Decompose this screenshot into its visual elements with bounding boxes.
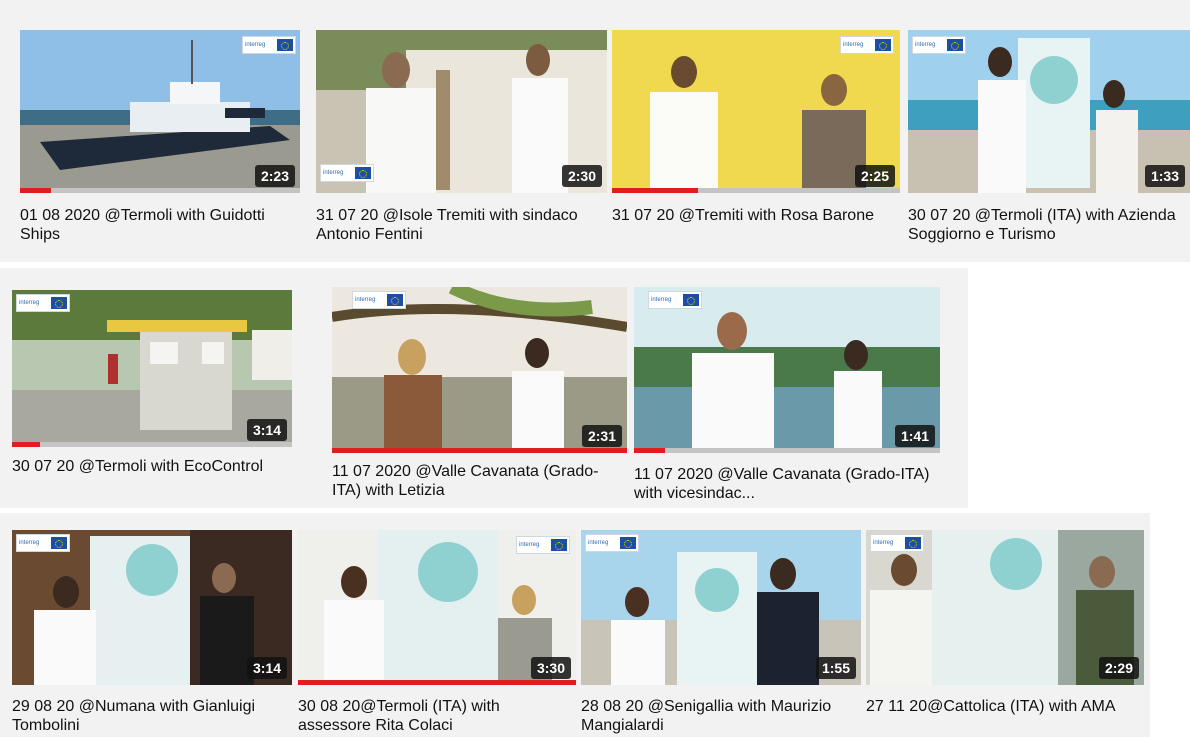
video-title[interactable]: 30 08 20@Termoli (ITA) with assessore Ri… xyxy=(298,697,573,737)
video-thumbnail[interactable]: interreg 2:29 xyxy=(866,530,1144,685)
duration-badge: 2:31 xyxy=(581,425,622,447)
video-card[interactable]: interreg 1:41 11 07 2020 @Valle Cavanata… xyxy=(634,287,968,502)
video-card[interactable]: interreg 1:33 30 07 20 @Termoli (ITA) wi… xyxy=(908,30,1190,250)
video-thumbnail[interactable]: interreg 1:41 xyxy=(634,287,940,453)
interreg-logo: interreg xyxy=(320,164,374,182)
video-card[interactable]: interreg 2:23 01 08 2020 @Termoli with G… xyxy=(20,30,300,250)
interreg-logo: interreg xyxy=(912,36,966,54)
video-thumbnail[interactable]: interreg 3:14 xyxy=(12,530,292,685)
video-title[interactable]: 01 08 2020 @Termoli with Guidotti Ships xyxy=(20,206,290,246)
video-thumbnail[interactable]: interreg 2:30 xyxy=(316,30,607,193)
video-title[interactable]: 31 07 20 @Isole Tremiti with sindaco Ant… xyxy=(316,206,596,246)
interreg-logo: interreg xyxy=(242,36,296,54)
video-title[interactable]: 28 08 20 @Senigallia with Maurizio Mangi… xyxy=(581,697,856,737)
duration-badge: 1:41 xyxy=(894,425,935,447)
duration-badge: 2:23 xyxy=(254,165,295,187)
video-thumbnail[interactable]: interreg 1:55 xyxy=(581,530,861,685)
progress-bar xyxy=(298,680,576,685)
video-card[interactable]: interreg 3:14 30 07 20 @Termoli with Eco… xyxy=(12,290,292,505)
video-thumbnail[interactable]: interreg 3:14 xyxy=(12,290,292,447)
duration-badge: 2:30 xyxy=(561,165,602,187)
video-title[interactable]: 11 07 2020 @Valle Cavanata (Grado-ITA) w… xyxy=(332,462,622,502)
interreg-logo: interreg xyxy=(516,536,570,554)
video-title[interactable]: 30 07 20 @Termoli with EcoControl xyxy=(12,457,282,497)
video-title[interactable]: 31 07 20 @Tremiti with Rosa Barone xyxy=(612,206,892,246)
duration-badge: 1:55 xyxy=(815,657,856,679)
video-thumbnail[interactable]: interreg 2:25 xyxy=(612,30,900,193)
interreg-logo: interreg xyxy=(352,291,406,309)
video-thumbnail[interactable]: interreg 1:33 xyxy=(908,30,1190,193)
interreg-logo: interreg xyxy=(16,294,70,312)
interreg-logo: interreg xyxy=(16,534,70,552)
video-card[interactable]: interreg 3:14 29 08 20 @Numana with Gian… xyxy=(12,530,292,737)
interreg-logo: interreg xyxy=(585,534,639,552)
video-thumbnail[interactable]: interreg 2:31 xyxy=(332,287,627,453)
video-thumbnail[interactable]: interreg 2:23 xyxy=(20,30,300,193)
duration-badge: 3:30 xyxy=(530,657,571,679)
video-title[interactable]: 29 08 20 @Numana with Gianluigi Tombolin… xyxy=(12,697,287,737)
duration-badge: 2:29 xyxy=(1098,657,1139,679)
duration-badge: 3:14 xyxy=(246,419,287,441)
progress-bar xyxy=(634,448,940,453)
video-card[interactable]: interreg 2:31 11 07 2020 @Valle Cavanata… xyxy=(332,287,627,502)
duration-badge: 3:14 xyxy=(246,657,287,679)
video-card[interactable]: interreg 2:29 27 11 20@Cattolica (ITA) w… xyxy=(866,530,1144,737)
interreg-logo: interreg xyxy=(840,36,894,54)
video-card[interactable]: interreg 2:25 31 07 20 @Tremiti with Ros… xyxy=(612,30,900,250)
video-title[interactable]: 11 07 2020 @Valle Cavanata (Grado-ITA) w… xyxy=(634,465,934,503)
interreg-logo: interreg xyxy=(870,534,924,552)
video-card[interactable]: interreg 3:30 30 08 20@Termoli (ITA) wit… xyxy=(298,530,576,737)
duration-badge: 1:33 xyxy=(1144,165,1185,187)
interreg-logo: interreg xyxy=(648,291,702,309)
video-title[interactable]: 30 07 20 @Termoli (ITA) with Azienda Sog… xyxy=(908,206,1188,246)
progress-bar xyxy=(612,188,900,193)
video-title[interactable]: 27 11 20@Cattolica (ITA) with AMA xyxy=(866,697,1136,737)
progress-bar xyxy=(332,448,627,453)
video-card[interactable]: interreg 2:30 31 07 20 @Isole Tremiti wi… xyxy=(316,30,607,250)
progress-bar xyxy=(12,442,292,447)
progress-bar xyxy=(20,188,300,193)
video-thumbnail[interactable]: interreg 3:30 xyxy=(298,530,576,685)
duration-badge: 2:25 xyxy=(854,165,895,187)
video-card[interactable]: interreg 1:55 28 08 20 @Senigallia with … xyxy=(581,530,861,737)
